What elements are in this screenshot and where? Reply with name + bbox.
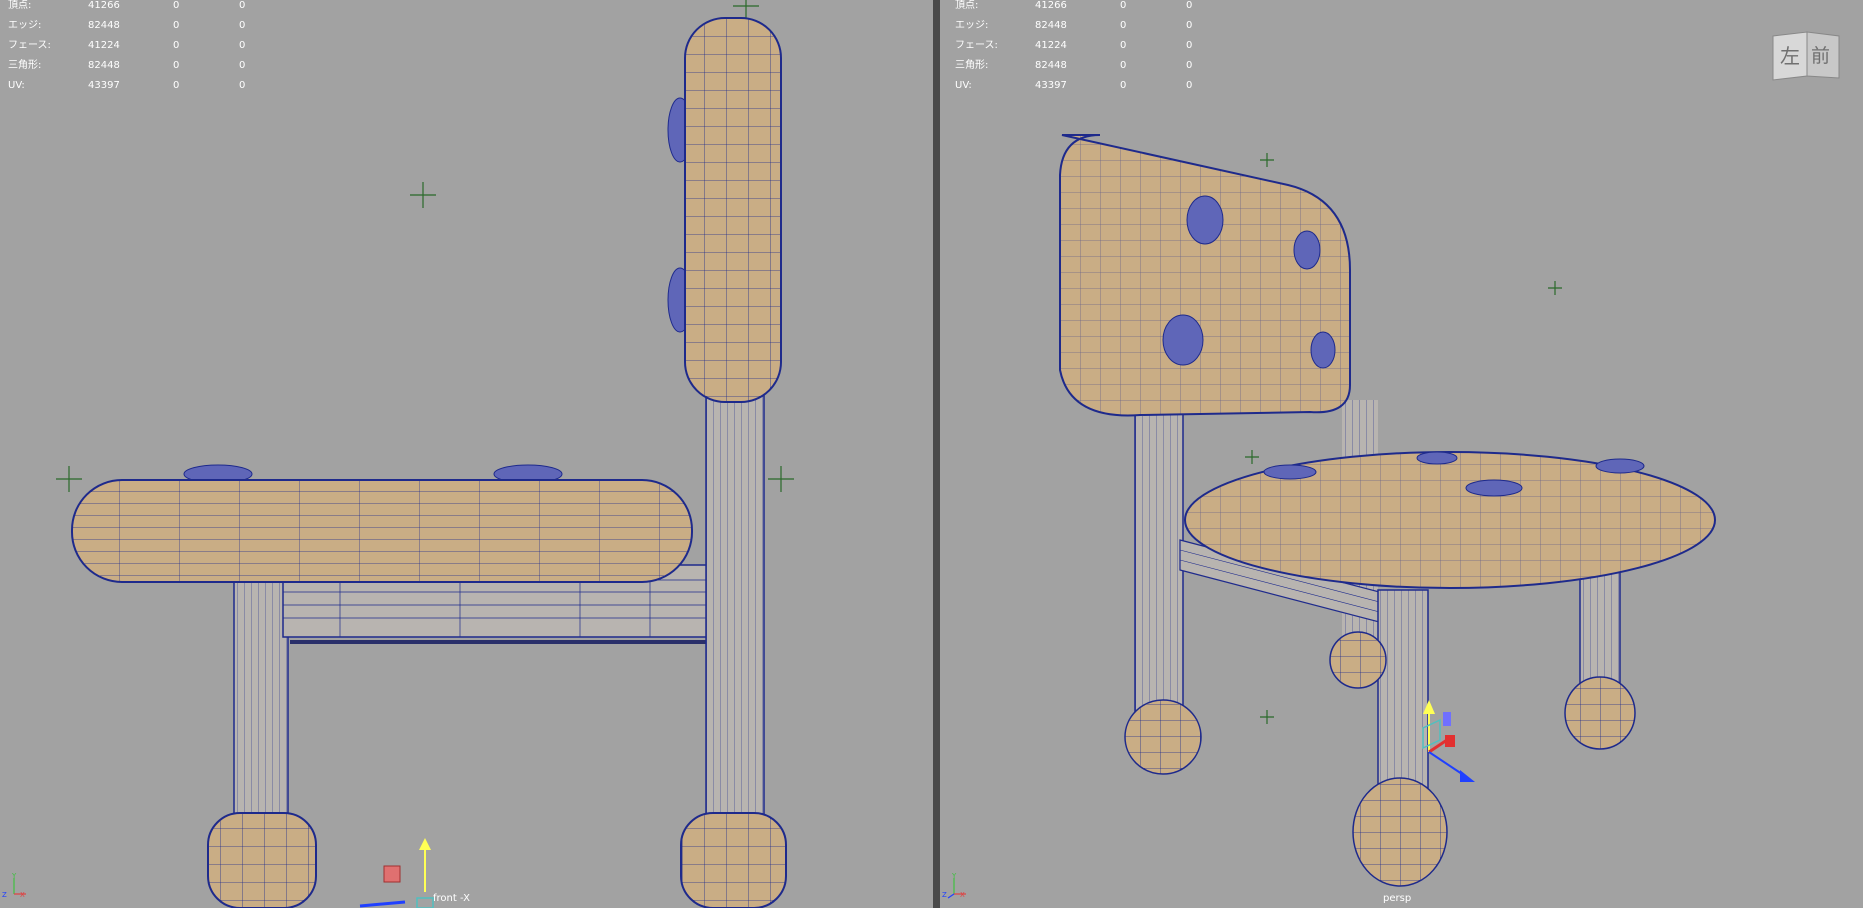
hud-row-faces: フェース: 41224 0 0	[955, 40, 1193, 51]
front-leg-left[interactable]	[1377, 589, 1429, 801]
view-cube[interactable]: 左 前	[1771, 30, 1841, 82]
foot-front-right[interactable]	[1560, 675, 1640, 755]
foot-rear[interactable]	[680, 812, 787, 908]
rear-leg[interactable]	[705, 394, 765, 826]
hud-row-triangles: 三角形: 82448 0 0	[8, 60, 246, 71]
move-manipulator[interactable]	[359, 838, 434, 908]
back-rest[interactable]	[667, 17, 782, 403]
seat[interactable]	[71, 464, 693, 583]
foot-rear-left[interactable]	[1120, 695, 1210, 780]
hud-row-faces: フェース: 41224 0 0	[8, 40, 246, 51]
poly-count-hud: 頂点: 41266 0 0 エッジ: 82448 0 0 フェース: 41224…	[955, 0, 1252, 96]
hud-row-vertices: 頂点: 41266 0 0	[955, 0, 1193, 11]
axis-indicator-icon: Y Z X	[2, 872, 26, 899]
axis-z-label: Z	[2, 891, 7, 899]
view-cube-left-label: 左	[1780, 44, 1800, 68]
rear-leg-left[interactable]	[1134, 404, 1184, 716]
front-view-scene[interactable]	[0, 0, 933, 908]
foot-front-left[interactable]	[1350, 775, 1450, 890]
perspective-viewport[interactable]: 頂点: 41266 0 0 エッジ: 82448 0 0 フェース: 41224…	[940, 0, 1863, 908]
camera-name-label: persp	[1383, 893, 1412, 904]
front-leg[interactable]	[233, 579, 289, 821]
hud-row-uvs: UV: 43397 0 0	[8, 80, 246, 91]
hud-row-edges: エッジ: 82448 0 0	[8, 20, 246, 31]
poly-count-hud: 頂点: 41266 0 0 エッジ: 82448 0 0 フェース: 41224…	[8, 0, 305, 96]
hud-row-uvs: UV: 43397 0 0	[955, 80, 1193, 91]
axis-y-label: Y	[11, 872, 17, 880]
camera-name-label: front -X	[433, 893, 470, 904]
front-viewport[interactable]: 頂点: 41266 0 0 エッジ: 82448 0 0 フェース: 41224…	[0, 0, 933, 908]
move-manipulator[interactable]	[1422, 700, 1475, 782]
back-rest[interactable]	[1040, 120, 1370, 440]
hud-row-edges: エッジ: 82448 0 0	[955, 20, 1193, 31]
foot-front[interactable]	[207, 812, 317, 908]
axis-x-label: X	[20, 891, 25, 899]
persp-view-scene[interactable]	[940, 0, 1863, 908]
view-cube-front-label: 前	[1811, 45, 1830, 67]
axis-z-label: Z	[942, 891, 947, 899]
axis-y-label: Y	[951, 872, 957, 880]
hud-row-triangles: 三角形: 82448 0 0	[955, 60, 1193, 71]
viewport-splitter[interactable]	[933, 0, 940, 908]
hud-row-vertices: 頂点: 41266 0 0	[8, 0, 246, 11]
axis-indicator-icon: Y Z X	[942, 872, 966, 899]
axis-x-label: X	[960, 891, 965, 899]
